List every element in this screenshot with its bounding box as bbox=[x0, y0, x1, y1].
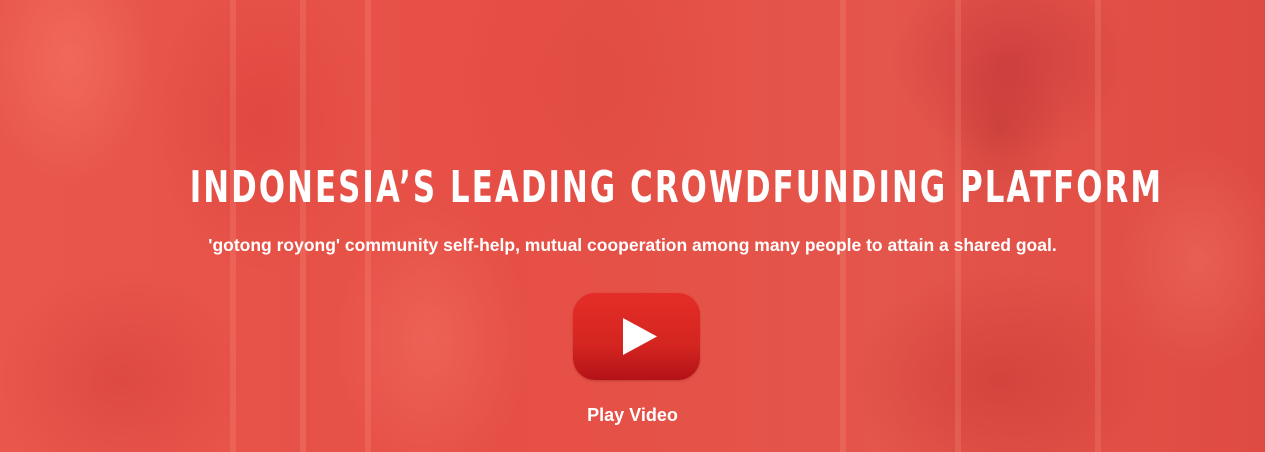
hero-background-image bbox=[0, 0, 1265, 452]
hero-section: INDONESIA’S LEADING CROWDFUNDING PLATFOR… bbox=[0, 0, 1265, 452]
youtube-play-icon bbox=[623, 318, 657, 355]
hero-title: INDONESIA’S LEADING CROWDFUNDING PLATFOR… bbox=[189, 162, 1164, 213]
play-video-label[interactable]: Play Video bbox=[0, 403, 1265, 427]
play-video-button[interactable] bbox=[573, 293, 700, 380]
hero-subtitle: 'gotong royong' community self-help, mut… bbox=[208, 235, 1057, 255]
